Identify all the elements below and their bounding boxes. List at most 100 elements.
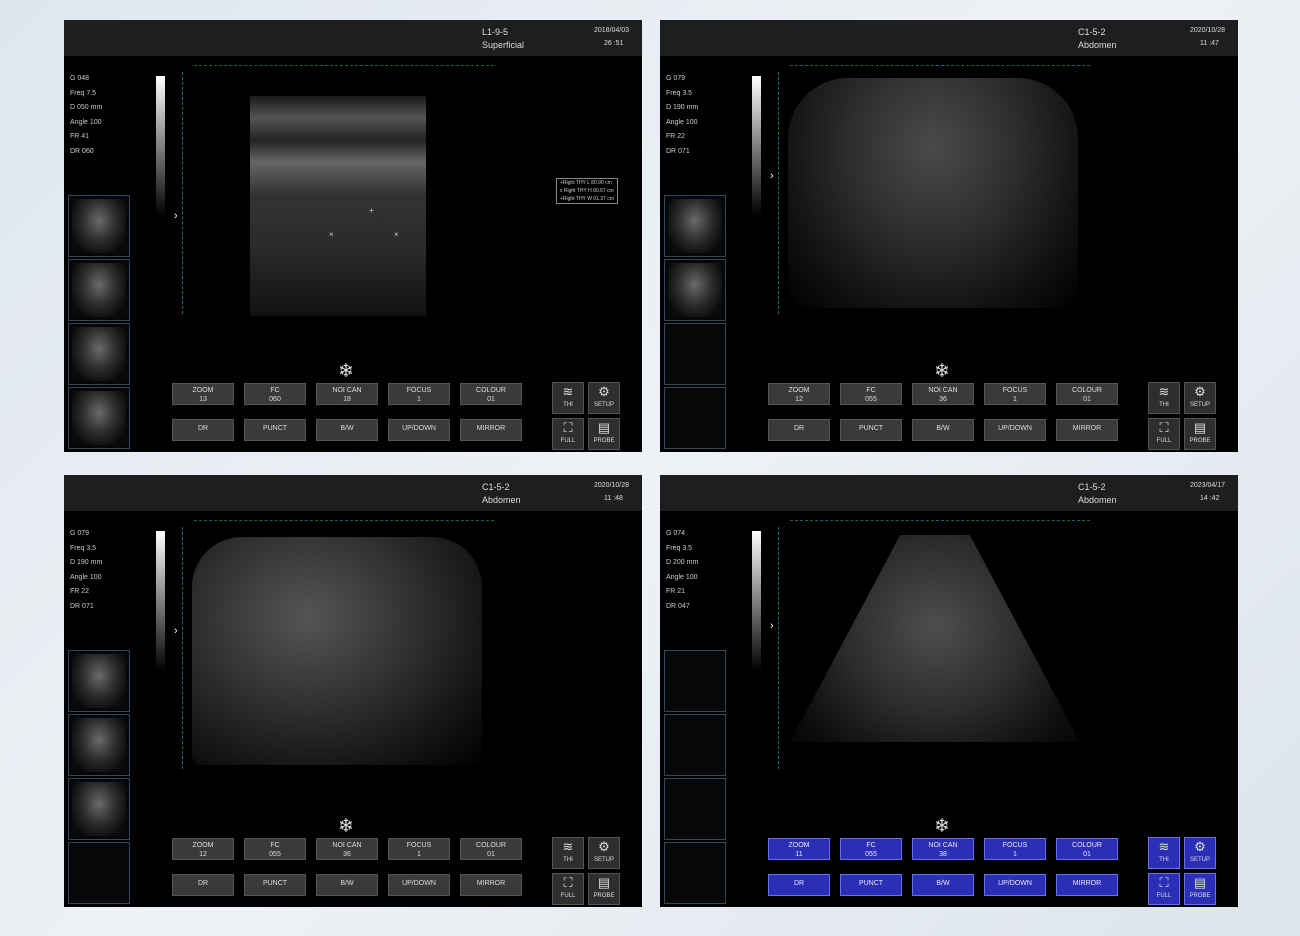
thi-button[interactable]: ≋ THI bbox=[1148, 382, 1180, 414]
button-label: UP/DOWN bbox=[998, 880, 1032, 887]
control-button-bw[interactable]: B/W bbox=[912, 419, 974, 441]
time-stamp: 11 :48 bbox=[604, 495, 623, 502]
thumbnail-slot[interactable] bbox=[68, 387, 130, 449]
control-button-noican[interactable]: NOI CAN 36 bbox=[912, 383, 974, 405]
control-button-fc[interactable]: FC 055 bbox=[840, 383, 902, 405]
probe-button[interactable]: ▤ PROBE bbox=[588, 418, 620, 450]
full-button[interactable]: ⛶ FULL bbox=[552, 418, 584, 450]
button-label: ZOOM bbox=[788, 387, 810, 394]
thumbnail-slot[interactable] bbox=[664, 195, 726, 257]
control-button-focus[interactable]: FOCUS 1 bbox=[388, 383, 450, 405]
control-button-focus[interactable]: FOCUS 1 bbox=[388, 838, 450, 860]
control-button-bw[interactable]: B/W bbox=[316, 874, 378, 896]
date-stamp: 2020/10/28 bbox=[594, 482, 630, 489]
control-button-updown[interactable]: UP/DOWN bbox=[984, 874, 1046, 896]
freeze-icon[interactable]: ❄ bbox=[338, 815, 354, 838]
thi-button[interactable]: ≋ THI bbox=[552, 837, 584, 869]
control-button-zoom[interactable]: ZOOM 12 bbox=[768, 383, 830, 405]
control-button-zoom[interactable]: ZOOM 12 bbox=[172, 838, 234, 860]
control-button-noican[interactable]: NOI CAN 36 bbox=[316, 838, 378, 860]
thumbnail-slot[interactable] bbox=[68, 778, 130, 840]
control-button-dr[interactable]: DR bbox=[172, 874, 234, 896]
caliper-icon: + bbox=[369, 206, 374, 215]
control-button-updown[interactable]: UP/DOWN bbox=[388, 419, 450, 441]
button-value: 055 bbox=[269, 851, 281, 858]
control-button-updown[interactable]: UP/DOWN bbox=[984, 419, 1046, 441]
full-icon: ⛶ bbox=[563, 875, 573, 890]
exam-preset: Superficial bbox=[482, 40, 525, 50]
thi-button[interactable]: ≋ THI bbox=[1148, 837, 1180, 869]
control-button-zoom[interactable]: ZOOM 13 bbox=[172, 383, 234, 405]
full-button[interactable]: ⛶ FULL bbox=[552, 873, 584, 905]
thumbnail-slot[interactable] bbox=[664, 259, 726, 321]
thumbnail-slot[interactable] bbox=[68, 650, 130, 712]
full-button[interactable]: ⛶ FULL bbox=[1148, 418, 1180, 450]
full-button[interactable]: ⛶ FULL bbox=[1148, 873, 1180, 905]
parameter-value: D 200 mm bbox=[666, 559, 699, 566]
probe-button[interactable]: ▤ PROBE bbox=[1184, 418, 1216, 450]
button-value: 01 bbox=[487, 396, 495, 403]
button-label: PUNCT bbox=[262, 425, 288, 432]
freeze-icon[interactable]: ❄ bbox=[934, 815, 950, 838]
setup-button[interactable]: ⚙ SETUP bbox=[1184, 837, 1216, 869]
control-button-colour[interactable]: COLOUR 01 bbox=[460, 383, 522, 405]
control-button-mirror[interactable]: MIRROR bbox=[460, 419, 522, 441]
control-button-updown[interactable]: UP/DOWN bbox=[388, 874, 450, 896]
control-button-mirror[interactable]: MIRROR bbox=[1056, 874, 1118, 896]
control-button-colour[interactable]: COLOUR 01 bbox=[460, 838, 522, 860]
control-button-punct[interactable]: PUNCT bbox=[244, 874, 306, 896]
button-value: 055 bbox=[865, 396, 877, 403]
thumbnail-slot bbox=[68, 842, 130, 904]
control-button-dr[interactable]: DR bbox=[768, 419, 830, 441]
setup-icon: ⚙ bbox=[1194, 384, 1206, 399]
thumbnail-slot[interactable] bbox=[68, 195, 130, 257]
probe-button[interactable]: ▤ PROBE bbox=[1184, 873, 1216, 905]
control-button-punct[interactable]: PUNCT bbox=[840, 419, 902, 441]
control-button-punct[interactable]: PUNCT bbox=[840, 874, 902, 896]
button-value: 12 bbox=[795, 396, 803, 403]
button-label: NOI CAN bbox=[332, 387, 362, 394]
icon-label: FULL bbox=[560, 438, 576, 444]
control-button-bw[interactable]: B/W bbox=[912, 874, 974, 896]
control-button-focus[interactable]: FOCUS 1 bbox=[984, 383, 1046, 405]
cine-thumbnails bbox=[68, 195, 130, 451]
setup-button[interactable]: ⚙ SETUP bbox=[1184, 382, 1216, 414]
control-button-punct[interactable]: PUNCT bbox=[244, 419, 306, 441]
caliper-icon: × bbox=[329, 230, 334, 239]
control-button-mirror[interactable]: MIRROR bbox=[460, 874, 522, 896]
thi-button[interactable]: ≋ THI bbox=[552, 382, 584, 414]
parameter-value: Angle 100 bbox=[70, 118, 102, 126]
control-button-noican[interactable]: NOI CAN 38 bbox=[912, 838, 974, 860]
thumbnail-slot[interactable] bbox=[68, 259, 130, 321]
control-button-zoom[interactable]: ZOOM 11 bbox=[768, 838, 830, 860]
control-button-noican[interactable]: NOI CAN 18 bbox=[316, 383, 378, 405]
thumbnail-slot[interactable] bbox=[68, 714, 130, 776]
control-button-mirror[interactable]: MIRROR bbox=[1056, 419, 1118, 441]
button-label: NOI CAN bbox=[928, 387, 958, 394]
control-button-focus[interactable]: FOCUS 1 bbox=[984, 838, 1046, 860]
parameter-value: Freq 3.5 bbox=[666, 89, 693, 97]
control-button-fc[interactable]: FC 060 bbox=[244, 383, 306, 405]
icon-label: THI bbox=[1159, 402, 1169, 408]
ultrasound-image bbox=[788, 78, 1078, 308]
button-label: FC bbox=[270, 387, 280, 394]
control-button-bw[interactable]: B/W bbox=[316, 419, 378, 441]
control-button-fc[interactable]: FC 055 bbox=[840, 838, 902, 860]
control-button-fc[interactable]: FC 055 bbox=[244, 838, 306, 860]
control-button-colour[interactable]: COLOUR 01 bbox=[1056, 383, 1118, 405]
button-label: DR bbox=[197, 425, 209, 432]
setup-button[interactable]: ⚙ SETUP bbox=[588, 837, 620, 869]
probe-button[interactable]: ▤ PROBE bbox=[588, 873, 620, 905]
freeze-icon[interactable]: ❄ bbox=[934, 360, 950, 383]
control-button-colour[interactable]: COLOUR 01 bbox=[1056, 838, 1118, 860]
button-label: MIRROR bbox=[476, 425, 506, 432]
parameter-value: DR 060 bbox=[70, 147, 94, 155]
button-value: 01 bbox=[1083, 396, 1091, 403]
button-value: 1 bbox=[1013, 396, 1017, 403]
thumbnail-slot[interactable] bbox=[68, 323, 130, 385]
setup-button[interactable]: ⚙ SETUP bbox=[588, 382, 620, 414]
imaging-parameters: G 048 Freq 7.5 D 050 mm Angle 100 FR 41 DR 06… bbox=[70, 72, 102, 159]
freeze-icon[interactable]: ❄ bbox=[338, 360, 354, 383]
control-button-dr[interactable]: DR bbox=[172, 419, 234, 441]
control-button-dr[interactable]: DR bbox=[768, 874, 830, 896]
